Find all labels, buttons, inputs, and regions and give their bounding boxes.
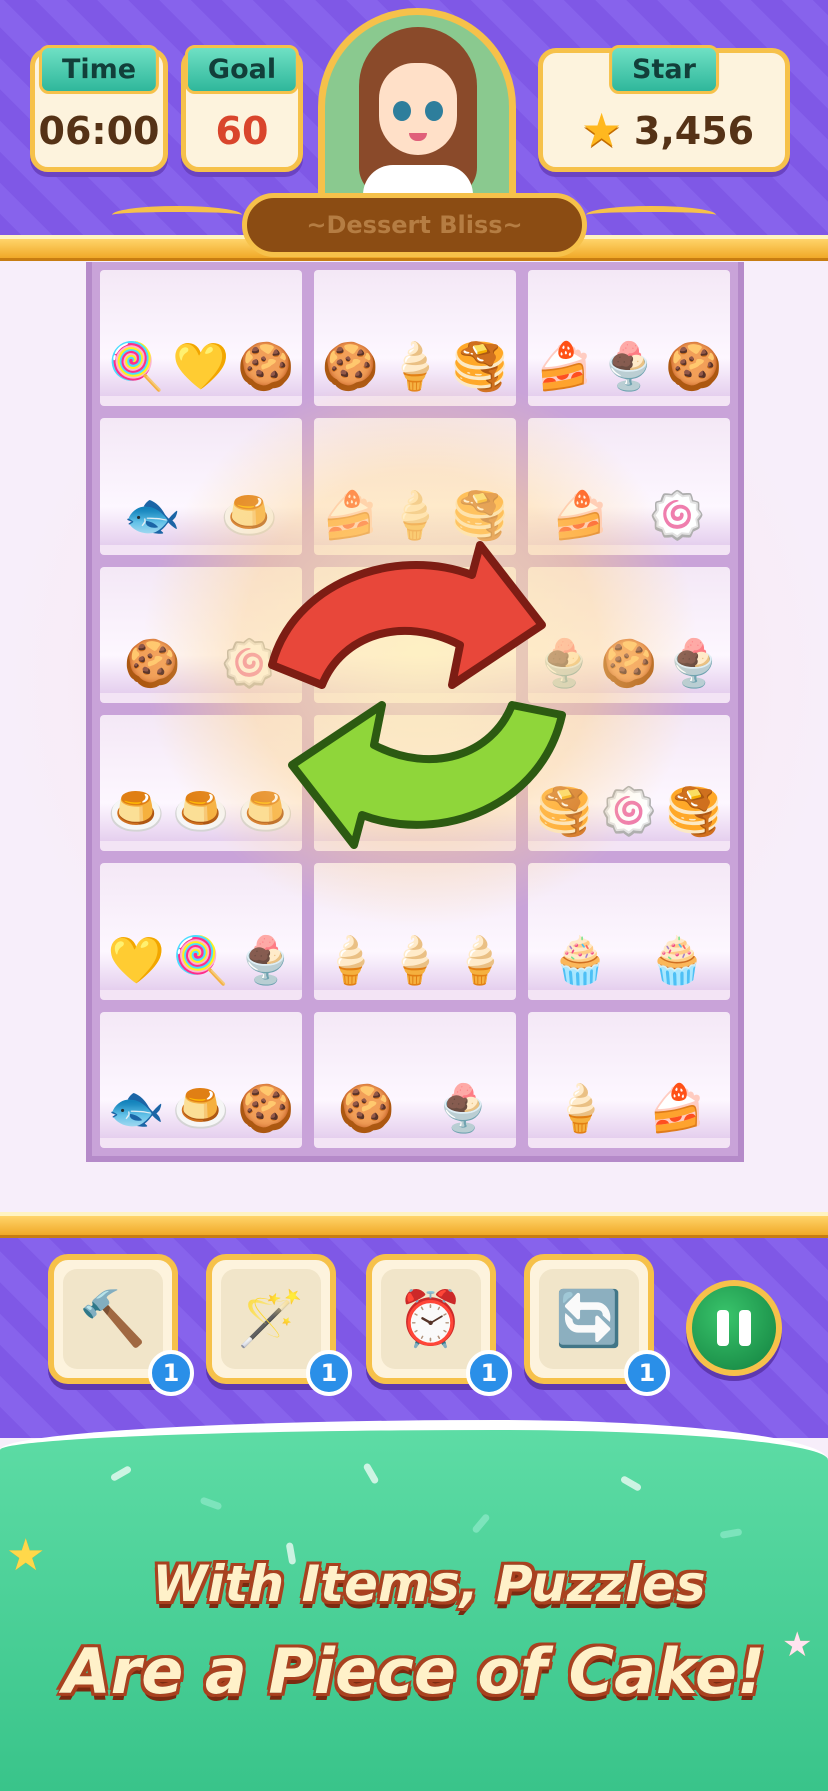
- dessert-item[interactable]: 🐟: [123, 469, 183, 543]
- dessert-item[interactable]: 🍰: [534, 320, 594, 394]
- dessert-item[interactable]: 🍪: [320, 320, 380, 394]
- portrait-mouth: [409, 133, 427, 141]
- sprinkle: [362, 1462, 380, 1485]
- dessert-item[interactable]: 💛: [106, 914, 166, 988]
- star-label: Star: [609, 45, 719, 94]
- sprinkle: [109, 1464, 133, 1483]
- promo-line-1: With Items, Puzzles: [152, 1555, 706, 1613]
- banner-ornament-left: [112, 206, 242, 224]
- promo-line-2: Are a Piece of Cake!: [62, 1635, 766, 1708]
- chef-portrait: [318, 8, 516, 208]
- magic-wand-icon: 🪄: [221, 1269, 321, 1369]
- shuffle-icon: [268, 541, 566, 849]
- dessert-item[interactable]: 🧁: [648, 914, 708, 988]
- dessert-item[interactable]: 🍭: [171, 914, 231, 988]
- dessert-item[interactable]: 🍰: [648, 1062, 708, 1136]
- time-label: Time: [38, 45, 160, 94]
- dessert-item[interactable]: 🍮: [106, 765, 166, 839]
- shelf-cell: 🍪 🍨: [314, 1011, 516, 1148]
- dessert-item[interactable]: 🍥: [599, 765, 659, 839]
- shelf-cell: 🐟 🍮 🍪: [100, 1011, 302, 1148]
- portrait-face: [379, 63, 457, 155]
- goal-card: Goal 60: [181, 45, 303, 172]
- dessert-item[interactable]: 🍪: [236, 320, 296, 394]
- shuffle-tool-button[interactable]: 🔄 1: [524, 1254, 670, 1396]
- time-card: Time 06:00: [30, 45, 168, 172]
- dessert-item[interactable]: 🧁: [551, 914, 611, 988]
- shuffle-green-arrow: [288, 701, 566, 849]
- sprinkle: [719, 1528, 743, 1539]
- dessert-item[interactable]: 🐟: [106, 1062, 166, 1136]
- portrait-left-eye: [393, 101, 411, 121]
- shuffle-red-arrow: [268, 541, 546, 689]
- time-value: 06:00: [38, 109, 160, 153]
- dessert-item[interactable]: 🍪: [337, 1062, 397, 1136]
- dessert-item[interactable]: 🍨: [599, 320, 659, 394]
- level-name-banner: ~Dessert Bliss~: [242, 193, 587, 257]
- shuffle-tool-icon: 🔄: [539, 1269, 639, 1369]
- clock-box-icon: ⏰: [381, 1269, 481, 1369]
- clock-box-count-badge: 1: [466, 1350, 512, 1396]
- dessert-item[interactable]: 🍮: [171, 1062, 231, 1136]
- dessert-item[interactable]: 🍮: [171, 765, 231, 839]
- goal-value: 60: [215, 109, 269, 153]
- dessert-item[interactable]: 🍦: [385, 320, 445, 394]
- dessert-item[interactable]: 🍦: [450, 914, 510, 988]
- hammer-tool-button[interactable]: 🔨 1: [48, 1254, 194, 1396]
- dessert-item[interactable]: 🍪: [664, 320, 724, 394]
- shelf-cell: 🍦 🍰: [528, 1011, 730, 1148]
- shelf-cell: 🍰 🍨 🍪: [528, 270, 730, 407]
- goal-label: Goal: [184, 45, 300, 94]
- dessert-item[interactable]: 🍪: [123, 617, 183, 691]
- toolbar-divider: [0, 1212, 828, 1238]
- shelf-cell: 💛 🍭 🍨: [100, 863, 302, 1000]
- hammer-count-badge: 1: [148, 1350, 194, 1396]
- star-value: 3,456: [633, 109, 755, 153]
- dessert-item[interactable]: 🍦: [385, 914, 445, 988]
- pause-icon-bar-right: [739, 1310, 751, 1346]
- star-card: Star ★ 3,456: [538, 45, 790, 172]
- dessert-item[interactable]: 🍪: [599, 617, 659, 691]
- hammer-icon: 🔨: [63, 1269, 163, 1369]
- dessert-item[interactable]: 🍦: [320, 914, 380, 988]
- dessert-item[interactable]: 🍨: [664, 617, 724, 691]
- sprinkle: [619, 1474, 643, 1493]
- dessert-item[interactable]: 🍨: [434, 1062, 494, 1136]
- clock-box-tool-button[interactable]: ⏰ 1: [366, 1254, 512, 1396]
- dessert-item[interactable]: 🍭: [106, 320, 166, 394]
- portrait-right-eye: [425, 101, 443, 121]
- shelf-cell: 🍭 💛 🍪: [100, 270, 302, 407]
- magic-wand-count-badge: 1: [306, 1350, 352, 1396]
- shelf-cell: 🍦 🍦 🍦: [314, 863, 516, 1000]
- shuffle-count-badge: 1: [624, 1350, 670, 1396]
- banner-ornament-right: [586, 206, 716, 224]
- sprinkle: [471, 1512, 491, 1535]
- sprinkle: [199, 1496, 223, 1511]
- magic-wand-tool-button[interactable]: 🪄 1: [206, 1254, 352, 1396]
- dessert-item[interactable]: 💛: [171, 320, 231, 394]
- dessert-item[interactable]: 🥞: [450, 320, 510, 394]
- shelf-cell: 🧁 🧁: [528, 863, 730, 1000]
- dessert-item[interactable]: 🍪: [236, 1062, 296, 1136]
- dessert-item[interactable]: 🍦: [551, 1062, 611, 1136]
- pause-icon-bar-left: [717, 1310, 729, 1346]
- pause-button[interactable]: [686, 1280, 782, 1376]
- dessert-item[interactable]: 🍥: [648, 469, 708, 543]
- dessert-item[interactable]: 🍨: [236, 914, 296, 988]
- dessert-item[interactable]: 🥞: [664, 765, 724, 839]
- shelf-cell: 🍪 🍦 🥞: [314, 270, 516, 407]
